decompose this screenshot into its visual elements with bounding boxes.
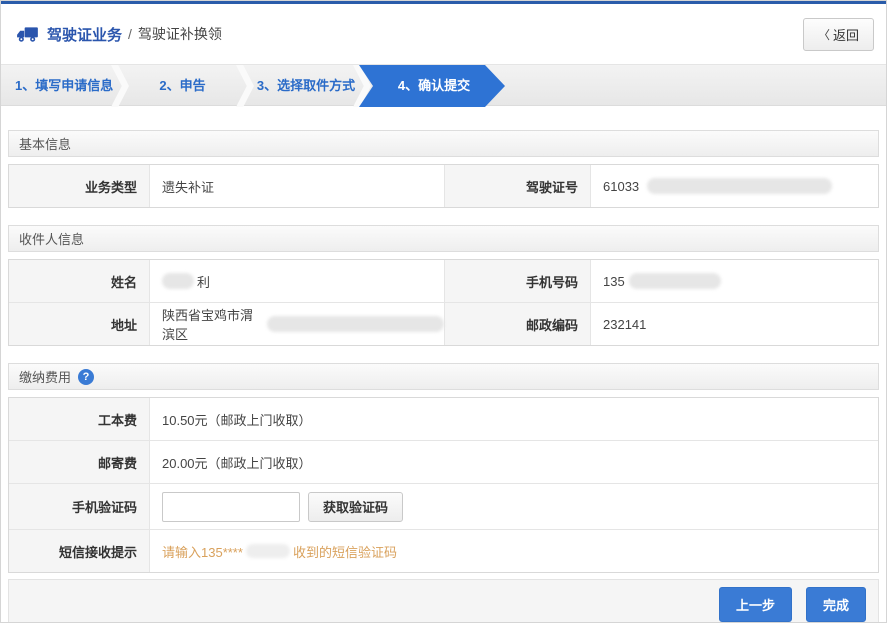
sms-hint-suffix: 收到的短信验证码 [293, 542, 397, 561]
mobile-value: 135 [591, 260, 878, 302]
license-number-prefix: 61033 [603, 179, 639, 194]
address-label: 地址 [9, 303, 150, 345]
table-row: 业务类型 遗失补证 驾驶证号 61033 [9, 165, 878, 207]
recipient-info-table: 姓名 利 手机号码 135 地址 陕西省宝鸡市渭滨区 邮政编码 23214 [8, 259, 879, 346]
postcode-label: 邮政编码 [444, 303, 591, 345]
production-fee-value: 10.50元（邮政上门收取） [150, 398, 878, 440]
footer-action-bar: 上一步 完成 [8, 579, 879, 623]
section-basic-info: 基本信息 业务类型 遗失补证 驾驶证号 61033 [8, 130, 879, 208]
table-row: 姓名 利 手机号码 135 [9, 260, 878, 302]
sms-hint-label: 短信接收提示 [9, 530, 150, 572]
step-4-confirm-submit[interactable]: 4、确认提交 [359, 65, 505, 107]
postcode-value: 232141 [591, 303, 878, 345]
name-label: 姓名 [9, 260, 150, 302]
address-value: 陕西省宝鸡市渭滨区 [150, 303, 444, 345]
back-button-label: 返回 [833, 25, 859, 44]
postage-fee-value: 20.00元（邮政上门收取） [150, 441, 878, 483]
section-fees-header: 缴纳费用 ? [8, 363, 879, 390]
back-chevron-icon: 〈 [818, 26, 830, 43]
breadcrumb-current: 驾驶证补换领 [138, 24, 222, 44]
step-separator-chevron-icon [236, 65, 254, 107]
section-recipient-title: 收件人信息 [19, 229, 84, 248]
finish-button[interactable]: 完成 [806, 587, 866, 622]
step-progress-bar: 1、填写申请信息 2、申告 3、选择取件方式 4、确认提交 [1, 64, 886, 106]
truck-icon [15, 26, 39, 43]
sms-code-cell: 获取验证码 [150, 484, 878, 529]
step-3-pickup-method[interactable]: 3、选择取件方式 [256, 65, 356, 107]
redacted-license-number [647, 178, 832, 194]
basic-info-table: 业务类型 遗失补证 驾驶证号 61033 [8, 164, 879, 208]
section-recipient-header: 收件人信息 [8, 225, 879, 252]
step-2-declaration[interactable]: 2、申告 [131, 65, 234, 107]
back-button[interactable]: 〈 返回 [803, 18, 874, 51]
fees-table: 工本费 10.50元（邮政上门收取） 邮寄费 20.00元（邮政上门收取） 手机… [8, 397, 879, 573]
sms-code-label: 手机验证码 [9, 484, 150, 529]
table-row: 手机验证码 获取验证码 [9, 483, 878, 529]
section-basic-header: 基本信息 [8, 130, 879, 157]
name-value: 利 [150, 260, 444, 302]
sms-hint-value: 请输入135**** 收到的短信验证码 [150, 530, 878, 572]
address-prefix: 陕西省宝鸡市渭滨区 [162, 305, 265, 343]
postage-fee-label: 邮寄费 [9, 441, 150, 483]
sms-code-input[interactable] [162, 492, 300, 522]
mobile-label: 手机号码 [444, 260, 591, 302]
sms-hint-prefix: 请输入135**** [162, 542, 243, 561]
section-recipient-info: 收件人信息 姓名 利 手机号码 135 地址 陕西省宝鸡市渭滨区 [8, 225, 879, 346]
table-row: 短信接收提示 请输入135**** 收到的短信验证码 [9, 529, 878, 572]
section-fees-title: 缴纳费用 [19, 367, 71, 386]
redacted-phone-in-hint [246, 544, 290, 558]
step-separator-chevron-icon [111, 65, 129, 107]
page: 驾驶证业务 / 驾驶证补换领 〈 返回 1、填写申请信息 2、申告 3、选择取件… [0, 0, 887, 623]
previous-step-button[interactable]: 上一步 [719, 587, 792, 622]
business-type-value: 遗失补证 [150, 165, 444, 207]
business-type-label: 业务类型 [9, 165, 150, 207]
name-suffix: 利 [197, 272, 210, 291]
step-1-fill-application[interactable]: 1、填写申请信息 [15, 65, 113, 107]
mobile-prefix: 135 [603, 274, 625, 289]
page-title: 驾驶证业务 [47, 24, 122, 45]
section-fees: 缴纳费用 ? 工本费 10.50元（邮政上门收取） 邮寄费 20.00元（邮政上… [8, 363, 879, 573]
redacted-name [162, 273, 194, 289]
table-row: 地址 陕西省宝鸡市渭滨区 邮政编码 232141 [9, 302, 878, 345]
production-fee-label: 工本费 [9, 398, 150, 440]
license-number-label: 驾驶证号 [444, 165, 591, 207]
breadcrumb-separator: / [128, 26, 132, 42]
table-row: 工本费 10.50元（邮政上门收取） [9, 398, 878, 440]
license-number-value: 61033 [591, 165, 878, 207]
header: 驾驶证业务 / 驾驶证补换领 〈 返回 [1, 4, 886, 64]
redacted-mobile [629, 273, 721, 289]
help-question-icon[interactable]: ? [78, 369, 94, 385]
get-sms-code-button[interactable]: 获取验证码 [308, 492, 403, 522]
table-row: 邮寄费 20.00元（邮政上门收取） [9, 440, 878, 483]
redacted-address [267, 316, 444, 332]
section-basic-title: 基本信息 [19, 134, 71, 153]
